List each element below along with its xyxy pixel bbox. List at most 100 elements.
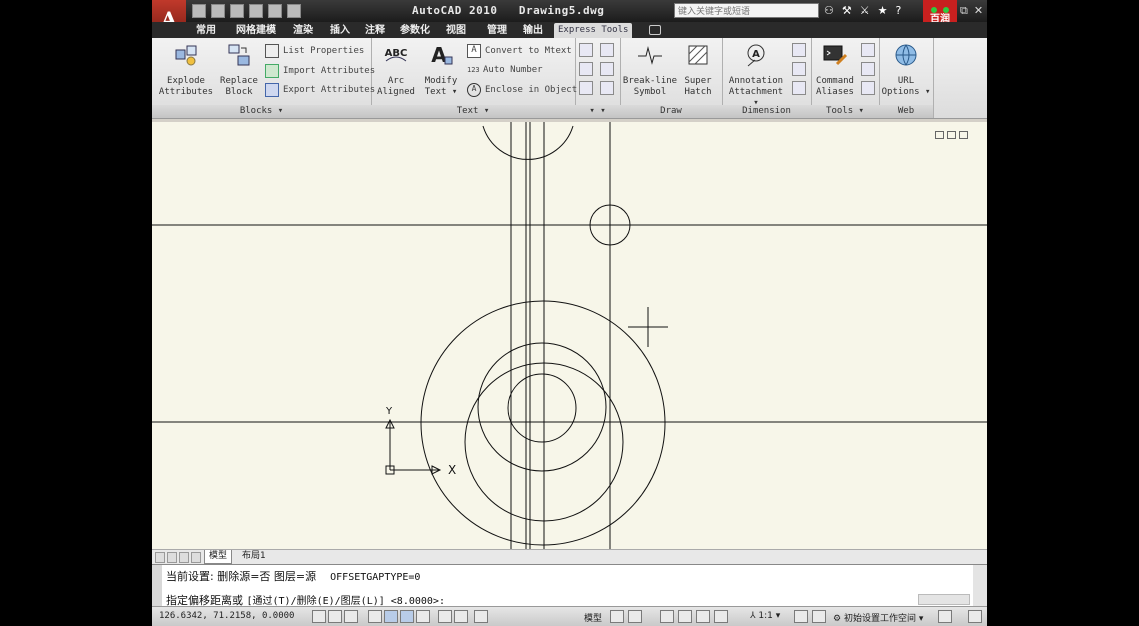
tab-parametric[interactable]: 参数化 [396, 23, 434, 38]
redo-icon[interactable] [268, 4, 282, 18]
drawing-canvas[interactable]: X Y [152, 122, 987, 549]
workspace-switcher[interactable]: ⚙ 初始设置工作空间 ▾ [833, 611, 923, 624]
dynamic-input-button[interactable] [438, 610, 452, 623]
tab-view[interactable]: 视图 [442, 23, 470, 38]
trim-icon[interactable] [579, 81, 593, 95]
lineweight-button[interactable] [454, 610, 468, 623]
command-window-grip[interactable] [152, 565, 162, 607]
search-box[interactable] [674, 3, 819, 18]
command-aliases-button[interactable]: Command Aliases [813, 42, 857, 98]
last-layout-icon[interactable] [191, 552, 201, 563]
grid-display-button[interactable] [328, 610, 342, 623]
minimize-ribbon-icon[interactable] [649, 25, 661, 35]
ortho-mode-button[interactable] [344, 610, 358, 623]
tab-home[interactable]: 常用 [192, 23, 220, 38]
snap-mode-button[interactable] [312, 610, 326, 623]
steering-wheel-icon[interactable] [696, 610, 710, 623]
help-icon[interactable]: ? [896, 4, 902, 17]
tools-panel-title[interactable]: Tools ▾ [811, 105, 879, 118]
object-snap-button[interactable] [384, 610, 398, 623]
reset-dim-text-icon[interactable] [792, 81, 806, 95]
tab-manage[interactable]: 管理 [483, 23, 511, 38]
command-horizontal-scrollbar[interactable] [918, 594, 970, 605]
tab-express-tools[interactable]: Express Tools [554, 23, 633, 38]
export-attributes-button[interactable]: Export Attributes [265, 83, 375, 97]
zoom-icon[interactable] [678, 610, 692, 623]
restore-icon[interactable]: ⧉ [960, 4, 968, 18]
export-attributes-icon [265, 83, 279, 97]
import-attributes-button[interactable]: Import Attributes [265, 64, 375, 78]
modify-text-button[interactable]: A Modify Text ▾ [419, 42, 463, 98]
shape-icon[interactable] [600, 81, 614, 95]
stretch-icon[interactable] [600, 43, 614, 57]
dynamic-ucs-button[interactable] [416, 610, 430, 623]
break-line-symbol-button[interactable]: Break-line Symbol [622, 42, 678, 98]
polar-tracking-button[interactable] [368, 610, 382, 623]
annotation-visibility-button[interactable] [794, 610, 808, 623]
clean-screen-icon[interactable] [968, 610, 982, 623]
scale-icon[interactable] [579, 62, 593, 76]
blocks-panel-title[interactable]: Blocks ▾ [152, 105, 371, 118]
tools-option-3-icon[interactable] [861, 81, 875, 95]
move-copy-icon[interactable] [579, 43, 593, 57]
dim-style-export-icon[interactable] [792, 43, 806, 57]
list-properties-button[interactable]: List Properties [265, 44, 364, 58]
tab-render[interactable]: 渲染 [289, 23, 317, 38]
model-view-button[interactable] [610, 610, 624, 623]
auto-number-button[interactable]: 123 Auto Number [467, 64, 543, 76]
annotation-scale[interactable]: ⅄ 1:1 ▾ [750, 611, 780, 621]
enclose-object-icon: A [467, 83, 481, 97]
undo-icon[interactable] [249, 4, 263, 18]
arc-aligned-button[interactable]: ABC Arc Aligned [375, 42, 417, 98]
communication-icon[interactable]: ⚔ [860, 4, 870, 17]
tools-option-1-icon[interactable] [861, 43, 875, 57]
tab-model[interactable]: 模型 [204, 550, 233, 564]
annotation-scale-value: 1:1 [758, 611, 773, 621]
subscription-icon[interactable]: ⚒ [842, 4, 852, 17]
tab-annotate[interactable]: 注释 [361, 23, 389, 38]
modify-tools-title[interactable]: ▾ ▾ [575, 105, 620, 118]
tab-layout1[interactable]: 布局1 [238, 550, 270, 563]
prev-layout-icon[interactable] [167, 552, 177, 563]
object-snap-tracking-button[interactable] [400, 610, 414, 623]
annotation-attachment-button[interactable]: A Annotation Attachment ▾ [724, 42, 788, 109]
dim-style-import-icon[interactable] [792, 62, 806, 76]
tab-mesh-modeling[interactable]: 网格建模 [232, 23, 280, 38]
binoculars-icon[interactable]: ⚇ [824, 4, 834, 17]
tab-output[interactable]: 输出 [519, 23, 547, 38]
enclose-in-object-button[interactable]: A Enclose in Object [467, 83, 577, 97]
replace-block-button[interactable]: Replace Block [214, 42, 264, 98]
convert-to-mtext-button[interactable]: A Convert to Mtext [467, 44, 572, 58]
search-input[interactable] [678, 4, 818, 17]
tools-option-2-icon[interactable] [861, 62, 875, 76]
new-icon[interactable] [192, 4, 206, 18]
viewport-close-icon[interactable] [959, 131, 968, 139]
extend-icon[interactable] [600, 62, 614, 76]
first-layout-icon[interactable] [155, 552, 165, 563]
viewport-restore-icon[interactable] [947, 131, 956, 139]
workspace-label: 初始设置工作空间 [843, 614, 916, 624]
layout-tab-bar: 模型 布局1 [152, 549, 987, 564]
text-panel-title[interactable]: Text ▾ [371, 105, 575, 118]
quick-properties-button[interactable] [474, 610, 488, 623]
command-vertical-scrollbar[interactable] [973, 565, 987, 607]
lock-icon[interactable] [938, 610, 952, 623]
coordinate-display[interactable]: 126.6342, 71.2158, 0.0000 [159, 611, 294, 621]
tab-insert[interactable]: 插入 [326, 23, 354, 38]
close-icon[interactable]: ✕ [974, 4, 983, 18]
layout-view-button[interactable] [628, 610, 642, 623]
save-icon[interactable] [230, 4, 244, 18]
favorites-icon[interactable]: ★ [878, 4, 888, 17]
model-space-label[interactable]: 模型 [584, 611, 602, 624]
next-layout-icon[interactable] [179, 552, 189, 563]
explode-attributes-button[interactable]: Explode Attributes [158, 42, 214, 98]
showmotion-icon[interactable] [714, 610, 728, 623]
pan-icon[interactable] [660, 610, 674, 623]
open-icon[interactable] [211, 4, 225, 18]
convert-mtext-icon: A [467, 44, 481, 58]
plot-icon[interactable] [287, 4, 301, 18]
url-options-button[interactable]: URL Options ▾ [881, 42, 931, 98]
viewport-minimize-icon[interactable] [935, 131, 944, 139]
super-hatch-button[interactable]: Super Hatch [678, 42, 718, 98]
auto-scale-button[interactable] [812, 610, 826, 623]
